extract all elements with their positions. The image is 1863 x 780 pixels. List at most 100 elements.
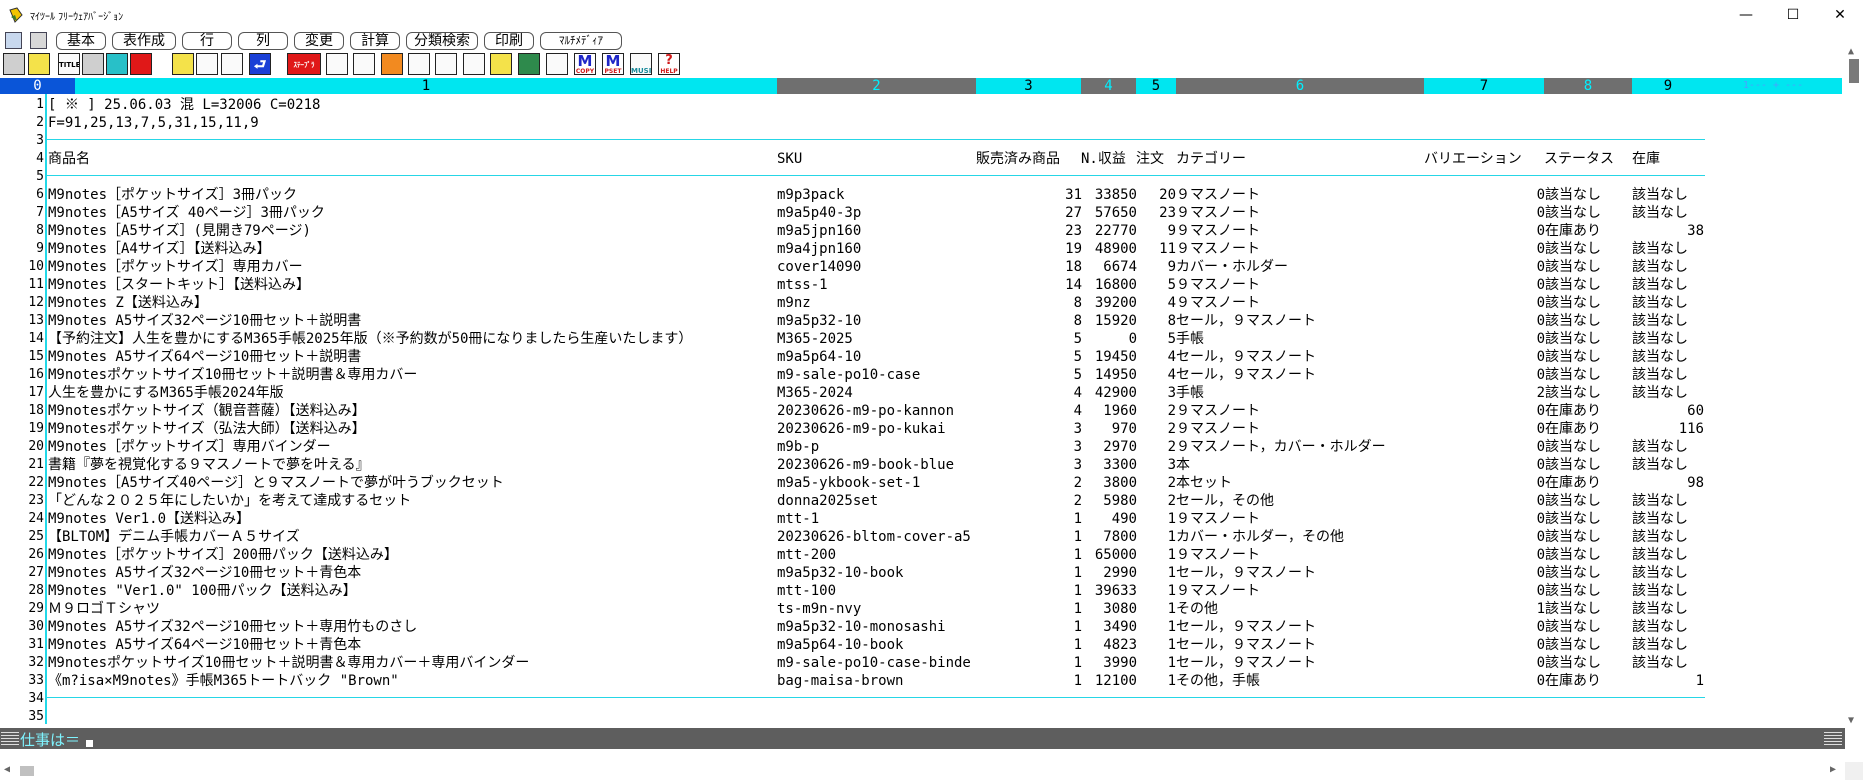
order-count[interactable]: 2 xyxy=(1136,492,1176,510)
floppy-icon[interactable] xyxy=(172,53,194,75)
revenue-cell[interactable]: 12100 xyxy=(1081,672,1137,690)
scroll-right-icon[interactable]: ▶ xyxy=(1830,764,1836,775)
ruler-col-3[interactable]: 3 xyxy=(976,78,1081,94)
product-name[interactable]: M9notesポケットサイズ（弘法大師）【送料込み】 xyxy=(48,420,768,438)
revenue-cell[interactable]: 65000 xyxy=(1081,546,1137,564)
order-count[interactable]: 9 xyxy=(1136,222,1176,240)
variation-cell[interactable]: 2 xyxy=(1424,384,1545,402)
minimize-button[interactable]: — xyxy=(1723,0,1769,30)
title-button[interactable]: TITLE xyxy=(58,53,80,75)
notepad-icon[interactable] xyxy=(518,53,540,75)
revenue-cell[interactable]: 14950 xyxy=(1081,366,1137,384)
order-count[interactable]: 2 xyxy=(1136,438,1176,456)
table-row[interactable]: 24 M9notes Ver1.0【送料込み】 mtt-1 1 490 1 ９マスノート 0 該… xyxy=(0,510,1845,528)
stock-cell[interactable]: 該当なし xyxy=(1632,330,1704,348)
variation-cell[interactable]: 0 xyxy=(1424,654,1545,672)
format-text[interactable]: F=91,25,13,7,5,31,15,11,9 xyxy=(48,114,648,132)
pen-icon[interactable] xyxy=(326,53,348,75)
header-status[interactable]: ステータス xyxy=(1544,150,1632,168)
ruler-col-2[interactable]: 2 xyxy=(777,78,976,94)
sku-cell[interactable]: mtss-1 xyxy=(777,276,972,294)
status-cell[interactable]: 該当なし xyxy=(1545,384,1632,402)
ruler-col-10[interactable]: 1--- + --- xyxy=(1704,78,1842,94)
order-count[interactable]: 1 xyxy=(1136,600,1176,618)
menu-hyosakusei[interactable]: 表作成 xyxy=(112,32,176,50)
revenue-cell[interactable]: 490 xyxy=(1081,510,1137,528)
category-cell[interactable]: ９マスノート xyxy=(1176,276,1424,294)
command-prompt[interactable]: 仕事は＝ xyxy=(20,729,80,750)
table-row[interactable]: 11 M9notes［スタートキット］【送料込み】 mtss-1 14 16800 5 ９マ… xyxy=(0,276,1845,294)
table-row[interactable]: 16 M9notesポケットサイズ10冊セット＋説明書＆専用カバー m9-sale-… xyxy=(0,366,1845,384)
order-count[interactable]: 20 xyxy=(1136,186,1176,204)
order-count[interactable]: 2 xyxy=(1136,402,1176,420)
horizontal-scrollbar[interactable]: ◀ ▶ xyxy=(0,762,1845,780)
sku-cell[interactable]: m9a5p32-10 xyxy=(777,312,972,330)
product-name[interactable]: 【BLTOM】デニム手帳カバーＡ５サイズ xyxy=(48,528,768,546)
status-cell[interactable]: 該当なし xyxy=(1545,330,1632,348)
order-count[interactable]: 1 xyxy=(1136,564,1176,582)
table-icon[interactable] xyxy=(353,53,375,75)
table-row[interactable]: 6 M9notes［ポケットサイズ］3冊パック m9p3pack 31 33850 20 ９… xyxy=(0,186,1845,204)
variation-cell[interactable]: 0 xyxy=(1424,438,1545,456)
status-cell[interactable]: 在庫あり xyxy=(1545,402,1632,420)
sold-count[interactable]: 4 xyxy=(976,384,1082,402)
sold-count[interactable]: 1 xyxy=(976,618,1082,636)
revenue-cell[interactable]: 3080 xyxy=(1081,600,1137,618)
sku-cell[interactable]: m9a5p32-10-monosashi xyxy=(777,618,972,636)
revenue-cell[interactable]: 39200 xyxy=(1081,294,1137,312)
category-cell[interactable]: セール，その他 xyxy=(1176,492,1424,510)
m-copy-button[interactable]: M COPY xyxy=(574,53,596,75)
header-row[interactable]: 4 商品名 SKU 販売済み商品 N.収益 注文 カテゴリー バリエーション ス… xyxy=(0,150,1845,168)
category-cell[interactable]: ９マスノート xyxy=(1176,420,1424,438)
stock-cell[interactable]: 該当なし xyxy=(1632,438,1704,456)
ruler-col-8[interactable]: 8 xyxy=(1544,78,1632,94)
table-row[interactable]: 19 M9notesポケットサイズ（弘法大師）【送料込み】 20230626-m9-… xyxy=(0,420,1845,438)
category-cell[interactable]: セール，９マスノート xyxy=(1176,348,1424,366)
window-icon[interactable] xyxy=(3,53,25,75)
sold-count[interactable]: 19 xyxy=(976,240,1082,258)
sku-cell[interactable]: 20230626-m9-book-blue xyxy=(777,456,972,474)
status-cell[interactable]: 該当なし xyxy=(1545,276,1632,294)
product-name[interactable]: M9notesポケットサイズ10冊セット＋説明書＆専用カバー xyxy=(48,366,768,384)
ruler-icon[interactable] xyxy=(435,53,457,75)
revenue-cell[interactable]: 6674 xyxy=(1081,258,1137,276)
stock-cell[interactable]: 該当なし xyxy=(1632,564,1704,582)
sheet-grid[interactable]: 1 [ ※ ] 25.06.03 混 L=32006 C=0218 2 F=91… xyxy=(0,94,1845,728)
order-count[interactable]: 11 xyxy=(1136,240,1176,258)
revenue-cell[interactable]: 1960 xyxy=(1081,402,1137,420)
sold-count[interactable]: 3 xyxy=(976,420,1082,438)
table-row[interactable]: 33 《m?isa×M9notes》手帳M365トートバック "Brown" bag… xyxy=(0,672,1845,690)
revenue-cell[interactable]: 33850 xyxy=(1081,186,1137,204)
close-button[interactable]: ✕ xyxy=(1817,0,1863,30)
sold-count[interactable]: 14 xyxy=(976,276,1082,294)
status-cell[interactable]: 該当なし xyxy=(1545,546,1632,564)
scroll-down-icon[interactable]: ▼ xyxy=(1848,715,1854,726)
sku-cell[interactable]: 20230626-m9-po-kannon xyxy=(777,402,972,420)
variation-cell[interactable]: 0 xyxy=(1424,312,1545,330)
sku-cell[interactable]: m9b-p xyxy=(777,438,972,456)
sold-count[interactable]: 1 xyxy=(976,510,1082,528)
variation-cell[interactable]: 0 xyxy=(1424,582,1545,600)
order-count[interactable]: 4 xyxy=(1136,294,1176,312)
table-row[interactable]: 22 M9notes［A5サイズ40ページ］と９マスノートで夢が叶うブックセット m… xyxy=(0,474,1845,492)
revenue-cell[interactable]: 16800 xyxy=(1081,276,1137,294)
stapler-button[interactable]: ｽﾃｰﾌﾟﾗ xyxy=(287,53,321,75)
order-count[interactable]: 4 xyxy=(1136,366,1176,384)
variation-cell[interactable]: 0 xyxy=(1424,258,1545,276)
revenue-cell[interactable]: 48900 xyxy=(1081,240,1137,258)
sku-cell[interactable]: m9a5jpn160 xyxy=(777,222,972,240)
sold-count[interactable]: 27 xyxy=(976,204,1082,222)
maximize-button[interactable]: ☐ xyxy=(1770,0,1816,30)
book-icon[interactable] xyxy=(490,53,512,75)
scroll-thumb[interactable] xyxy=(20,766,34,776)
variation-cell[interactable]: 0 xyxy=(1424,186,1545,204)
table-row[interactable]: 31 M9notes A5サイズ64ページ10冊セット＋青色本 m9a5p64-10… xyxy=(0,636,1845,654)
product-name[interactable]: 人生を豊かにするM365手帳2024年版 xyxy=(48,384,768,402)
sku-cell[interactable]: donna2025set xyxy=(777,492,972,510)
product-name[interactable]: M9notesポケットサイズ（観音菩薩）【送料込み】 xyxy=(48,402,768,420)
variation-cell[interactable]: 1 xyxy=(1424,600,1545,618)
category-cell[interactable]: ９マスノート xyxy=(1176,402,1424,420)
stock-cell[interactable]: 該当なし xyxy=(1632,618,1704,636)
category-cell[interactable]: 本セット xyxy=(1176,474,1424,492)
variation-cell[interactable]: 0 xyxy=(1424,276,1545,294)
